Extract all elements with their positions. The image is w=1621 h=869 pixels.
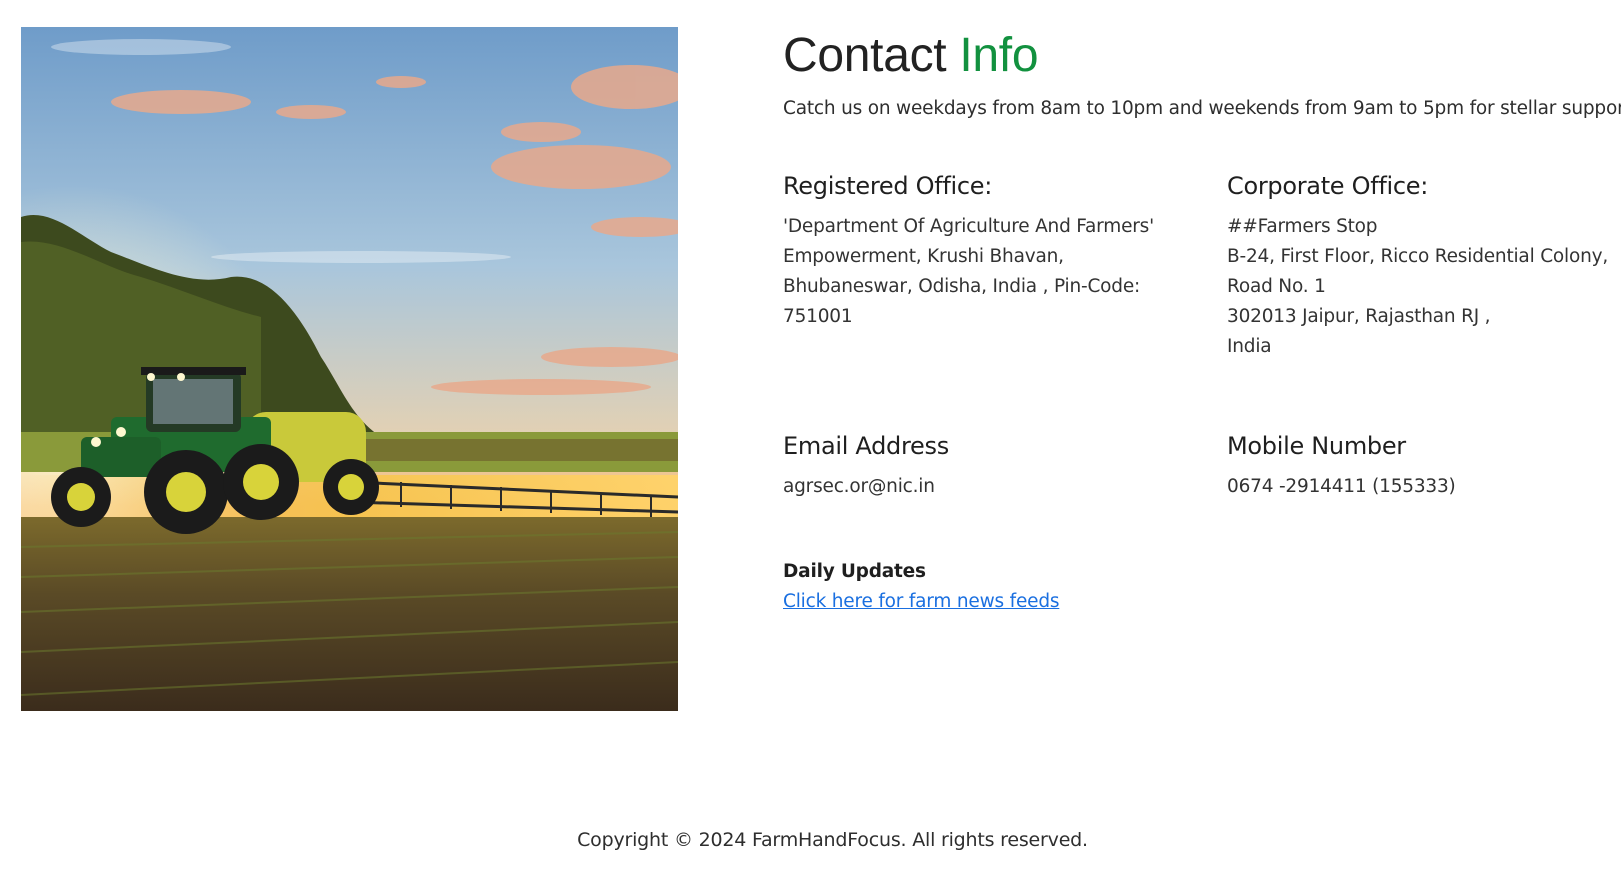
tractor-field-sunset-image [21, 27, 678, 711]
support-hours-text: Catch us on weekdays from 8am to 10pm an… [783, 98, 1621, 119]
registered-office-heading: Registered Office: [783, 172, 993, 200]
corporate-office-address: ##Farmers Stop B-24, First Floor, Ricco … [1227, 212, 1621, 362]
contact-page: Contact Info Catch us on weekdays from 8… [0, 0, 1621, 869]
title-main: Contact [783, 29, 947, 82]
mobile-heading: Mobile Number [1227, 432, 1406, 460]
title-accent: Info [959, 29, 1039, 82]
registered-office-address: 'Department Of Agriculture And Farmers' … [783, 212, 1203, 332]
corporate-office: Corporate Office: ##Farmers Stop B-24, F… [1227, 170, 1621, 362]
email-heading: Email Address [783, 432, 949, 460]
address-line: 'Department Of Agriculture And Farmers' [783, 216, 1154, 237]
address-line: B-24, First Floor, Ricco Residential Col… [1227, 246, 1609, 267]
page-title: Contact Info [783, 22, 1613, 90]
address-line: Empowerment, Krushi Bhavan, [783, 246, 1064, 267]
email-value: agrsec.or@nic.in [783, 476, 935, 497]
address-line: Road No. 1 [1227, 276, 1326, 297]
farm-news-feeds-link[interactable]: Click here for farm news feeds [783, 587, 1059, 617]
mobile-value: 0674 -2914411 (155333) [1227, 476, 1456, 497]
registered-office: Registered Office: 'Department Of Agricu… [783, 170, 1203, 332]
email-block: Email Address agrsec.or@nic.in [783, 430, 1203, 502]
address-line: India [1227, 336, 1272, 357]
contact-info-section: Contact Info Catch us on weekdays from 8… [783, 22, 1621, 612]
footer-copyright: Copyright © 2024 FarmHandFocus. All righ… [577, 829, 1088, 851]
corporate-office-heading: Corporate Office: [1227, 172, 1429, 200]
address-line: 302013 Jaipur, Rajasthan RJ , [1227, 306, 1491, 327]
address-line: ##Farmers Stop [1227, 216, 1378, 237]
mobile-block: Mobile Number 0674 -2914411 (155333) [1227, 430, 1621, 502]
address-line: 751001 [783, 306, 853, 327]
daily-updates: Daily Updates Click here for farm news f… [783, 557, 1059, 617]
address-line: Bhubaneswar, Odisha, India , Pin-Code: [783, 276, 1141, 297]
daily-updates-heading: Daily Updates [783, 561, 926, 582]
